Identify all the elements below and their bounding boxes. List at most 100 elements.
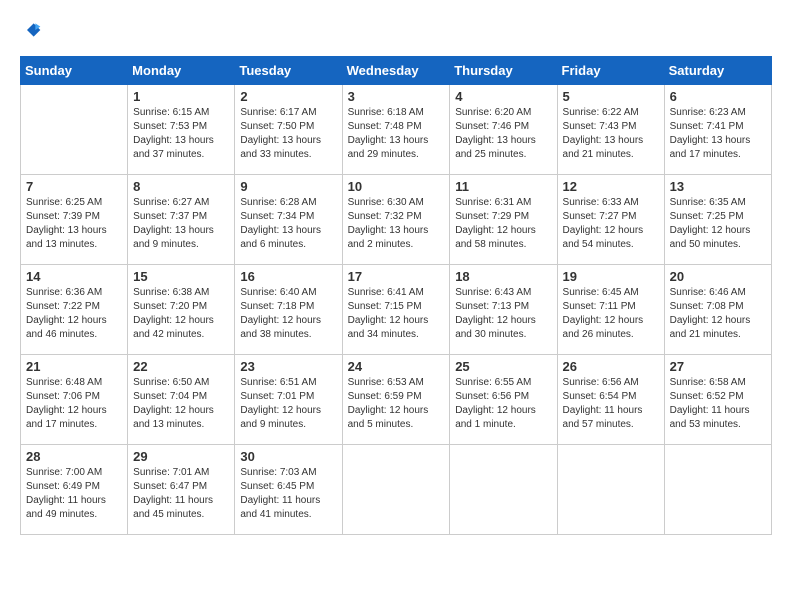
day-header-monday: Monday (128, 57, 235, 85)
day-number: 28 (26, 449, 122, 464)
day-number: 21 (26, 359, 122, 374)
calendar-cell: 5 Sunrise: 6:22 AM Sunset: 7:43 PM Daylig… (557, 85, 664, 175)
day-number: 30 (240, 449, 336, 464)
calendar-cell: 30 Sunrise: 7:03 AM Sunset: 6:45 PM Dayli… (235, 445, 342, 535)
day-info: Sunrise: 6:17 AM Sunset: 7:50 PM Dayligh… (240, 106, 336, 162)
day-number: 27 (670, 359, 766, 374)
day-number: 13 (670, 179, 766, 194)
day-number: 7 (26, 179, 122, 194)
day-number: 22 (133, 359, 229, 374)
calendar-week-row: 14 Sunrise: 6:36 AM Sunset: 7:22 PM Dayli… (21, 265, 772, 355)
calendar-cell: 4Sunrise: 6:20 AM Sunset: 7:46 PM Daylig… (450, 85, 557, 175)
calendar-cell: 25Sunrise: 6:55 AM Sunset: 6:56 PM Dayli… (450, 355, 557, 445)
calendar-week-row: 7 Sunrise: 6:25 AM Sunset: 7:39 PM Daylig… (21, 175, 772, 265)
day-number: 16 (240, 269, 336, 284)
calendar-cell: 21 Sunrise: 6:48 AM Sunset: 7:06 PM Dayli… (21, 355, 128, 445)
day-number: 5 (563, 89, 659, 104)
day-info: Sunrise: 6:50 AM Sunset: 7:04 PM Dayligh… (133, 376, 229, 432)
day-header-sunday: Sunday (21, 57, 128, 85)
day-info: Sunrise: 6:18 AM Sunset: 7:48 PM Dayligh… (348, 106, 445, 162)
day-info: Sunrise: 6:28 AM Sunset: 7:34 PM Dayligh… (240, 196, 336, 252)
calendar-week-row: 1Sunrise: 6:15 AM Sunset: 7:53 PM Daylig… (21, 85, 772, 175)
day-info: Sunrise: 6:31 AM Sunset: 7:29 PM Dayligh… (455, 196, 551, 252)
calendar-cell: 3 Sunrise: 6:18 AM Sunset: 7:48 PM Daylig… (342, 85, 450, 175)
day-number: 11 (455, 179, 551, 194)
calendar-table: SundayMondayTuesdayWednesdayThursdayFrid… (20, 56, 772, 535)
calendar-cell: 20 Sunrise: 6:46 AM Sunset: 7:08 PM Dayli… (664, 265, 771, 355)
calendar-cell: 16 Sunrise: 6:40 AM Sunset: 7:18 PM Dayli… (235, 265, 342, 355)
calendar-cell: 1Sunrise: 6:15 AM Sunset: 7:53 PM Daylig… (128, 85, 235, 175)
day-info: Sunrise: 6:48 AM Sunset: 7:06 PM Dayligh… (26, 376, 122, 432)
day-number: 29 (133, 449, 229, 464)
day-number: 15 (133, 269, 229, 284)
day-info: Sunrise: 6:43 AM Sunset: 7:13 PM Dayligh… (455, 286, 551, 342)
day-number: 3 (348, 89, 445, 104)
day-info: Sunrise: 6:55 AM Sunset: 6:56 PM Dayligh… (455, 376, 551, 432)
calendar-cell: 9 Sunrise: 6:28 AM Sunset: 7:34 PM Daylig… (235, 175, 342, 265)
calendar-cell: 22 Sunrise: 6:50 AM Sunset: 7:04 PM Dayli… (128, 355, 235, 445)
day-number: 17 (348, 269, 445, 284)
day-info: Sunrise: 6:23 AM Sunset: 7:41 PM Dayligh… (670, 106, 766, 162)
day-info: Sunrise: 6:35 AM Sunset: 7:25 PM Dayligh… (670, 196, 766, 252)
calendar-week-row: 28 Sunrise: 7:00 AM Sunset: 6:49 PM Dayli… (21, 445, 772, 535)
day-number: 24 (348, 359, 445, 374)
day-info: Sunrise: 6:40 AM Sunset: 7:18 PM Dayligh… (240, 286, 336, 342)
day-info: Sunrise: 6:46 AM Sunset: 7:08 PM Dayligh… (670, 286, 766, 342)
day-info: Sunrise: 7:00 AM Sunset: 6:49 PM Dayligh… (26, 466, 122, 522)
page-header (20, 20, 772, 40)
day-number: 23 (240, 359, 336, 374)
day-number: 4 (455, 89, 551, 104)
day-number: 8 (133, 179, 229, 194)
day-info: Sunrise: 6:30 AM Sunset: 7:32 PM Dayligh… (348, 196, 445, 252)
calendar-cell: 11 Sunrise: 6:31 AM Sunset: 7:29 PM Dayli… (450, 175, 557, 265)
day-info: Sunrise: 6:41 AM Sunset: 7:15 PM Dayligh… (348, 286, 445, 342)
day-number: 12 (563, 179, 659, 194)
calendar-header-row: SundayMondayTuesdayWednesdayThursdayFrid… (21, 57, 772, 85)
calendar-cell: 14 Sunrise: 6:36 AM Sunset: 7:22 PM Dayli… (21, 265, 128, 355)
calendar-cell: 19 Sunrise: 6:45 AM Sunset: 7:11 PM Dayli… (557, 265, 664, 355)
day-header-tuesday: Tuesday (235, 57, 342, 85)
day-header-wednesday: Wednesday (342, 57, 450, 85)
day-info: Sunrise: 6:15 AM Sunset: 7:53 PM Dayligh… (133, 106, 229, 162)
day-number: 2 (240, 89, 336, 104)
calendar-cell: 12 Sunrise: 6:33 AM Sunset: 7:27 PM Dayli… (557, 175, 664, 265)
calendar-cell: 6 Sunrise: 6:23 AM Sunset: 7:41 PM Daylig… (664, 85, 771, 175)
day-number: 26 (563, 359, 659, 374)
logo-icon (22, 20, 42, 40)
day-info: Sunrise: 6:25 AM Sunset: 7:39 PM Dayligh… (26, 196, 122, 252)
calendar-cell: 10Sunrise: 6:30 AM Sunset: 7:32 PM Dayli… (342, 175, 450, 265)
calendar-cell: 24 Sunrise: 6:53 AM Sunset: 6:59 PM Dayli… (342, 355, 450, 445)
day-info: Sunrise: 6:22 AM Sunset: 7:43 PM Dayligh… (563, 106, 659, 162)
day-number: 18 (455, 269, 551, 284)
day-info: Sunrise: 6:36 AM Sunset: 7:22 PM Dayligh… (26, 286, 122, 342)
calendar-cell (342, 445, 450, 535)
calendar-cell: 27 Sunrise: 6:58 AM Sunset: 6:52 PM Dayli… (664, 355, 771, 445)
day-number: 6 (670, 89, 766, 104)
day-info: Sunrise: 6:33 AM Sunset: 7:27 PM Dayligh… (563, 196, 659, 252)
calendar-cell: 26 Sunrise: 6:56 AM Sunset: 6:54 PM Dayli… (557, 355, 664, 445)
day-info: Sunrise: 6:56 AM Sunset: 6:54 PM Dayligh… (563, 376, 659, 432)
calendar-cell: 15 Sunrise: 6:38 AM Sunset: 7:20 PM Dayli… (128, 265, 235, 355)
day-info: Sunrise: 7:03 AM Sunset: 6:45 PM Dayligh… (240, 466, 336, 522)
day-number: 20 (670, 269, 766, 284)
calendar-cell: 2 Sunrise: 6:17 AM Sunset: 7:50 PM Daylig… (235, 85, 342, 175)
day-header-friday: Friday (557, 57, 664, 85)
calendar-cell: 17 Sunrise: 6:41 AM Sunset: 7:15 PM Dayli… (342, 265, 450, 355)
day-number: 19 (563, 269, 659, 284)
day-info: Sunrise: 6:58 AM Sunset: 6:52 PM Dayligh… (670, 376, 766, 432)
calendar-cell (664, 445, 771, 535)
calendar-cell (450, 445, 557, 535)
day-info: Sunrise: 6:38 AM Sunset: 7:20 PM Dayligh… (133, 286, 229, 342)
day-info: Sunrise: 6:53 AM Sunset: 6:59 PM Dayligh… (348, 376, 445, 432)
day-info: Sunrise: 6:45 AM Sunset: 7:11 PM Dayligh… (563, 286, 659, 342)
calendar-cell: 29 Sunrise: 7:01 AM Sunset: 6:47 PM Dayli… (128, 445, 235, 535)
calendar-cell: 23 Sunrise: 6:51 AM Sunset: 7:01 PM Dayli… (235, 355, 342, 445)
day-number: 9 (240, 179, 336, 194)
day-number: 14 (26, 269, 122, 284)
day-info: Sunrise: 7:01 AM Sunset: 6:47 PM Dayligh… (133, 466, 229, 522)
day-header-saturday: Saturday (664, 57, 771, 85)
day-info: Sunrise: 6:51 AM Sunset: 7:01 PM Dayligh… (240, 376, 336, 432)
calendar-cell: 7 Sunrise: 6:25 AM Sunset: 7:39 PM Daylig… (21, 175, 128, 265)
day-info: Sunrise: 6:27 AM Sunset: 7:37 PM Dayligh… (133, 196, 229, 252)
calendar-cell: 13 Sunrise: 6:35 AM Sunset: 7:25 PM Dayli… (664, 175, 771, 265)
